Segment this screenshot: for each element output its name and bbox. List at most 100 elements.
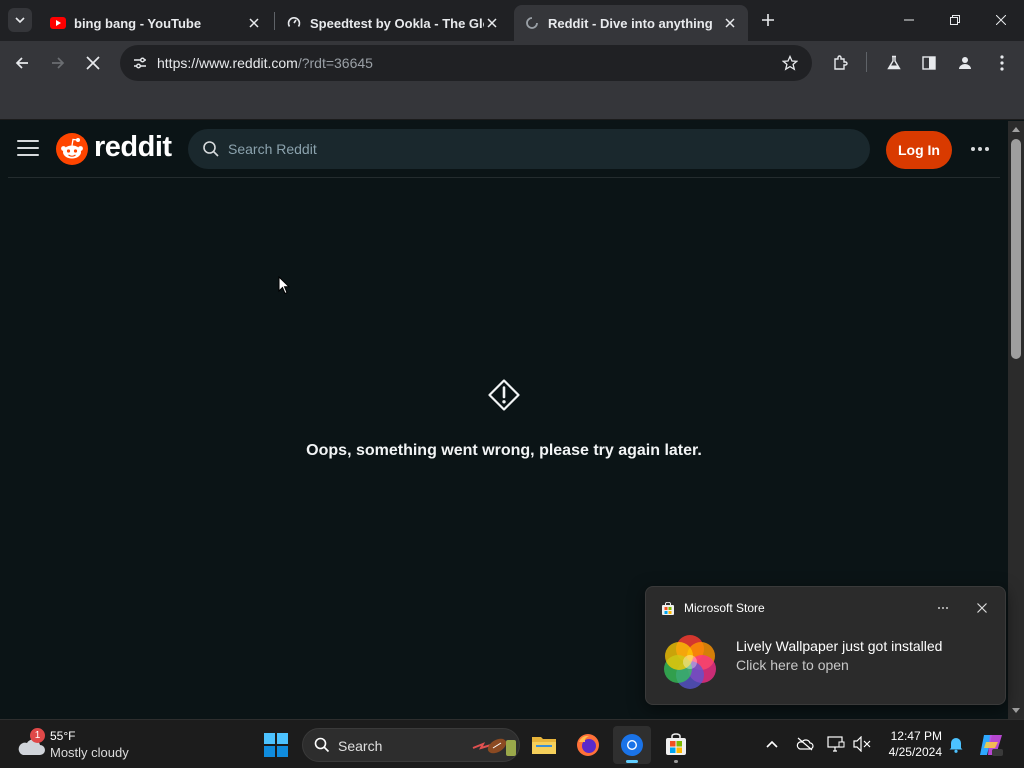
weather-widget[interactable]: 1 55°F Mostly cloudy (16, 726, 146, 764)
notifications-button[interactable] (946, 734, 966, 754)
tab-reddit[interactable]: Reddit - Dive into anything (514, 5, 748, 41)
flask-icon (887, 55, 901, 70)
tab-title: Speedtest by Ookla - The Global Broadban… (310, 15, 484, 31)
clock-time: 12:47 PM (890, 729, 942, 743)
chrome-menu-button[interactable] (988, 49, 1016, 77)
more-options-icon[interactable] (963, 137, 997, 161)
clock-date: 4/25/2024 (888, 745, 942, 759)
folder-icon (532, 737, 556, 754)
copilot-icon (980, 735, 1003, 756)
chevron-down-icon (15, 17, 25, 24)
restore-icon (950, 15, 960, 25)
restore-button[interactable] (932, 0, 978, 40)
tab-speedtest[interactable]: Speedtest by Ookla - The Global Broadban… (276, 5, 510, 41)
profile-icon (959, 57, 971, 69)
weather-alert-badge: 1 (30, 728, 45, 743)
toast-more-options-icon[interactable] (931, 597, 955, 619)
tab-youtube[interactable]: bing bang - YouTube (40, 5, 272, 41)
windows-logo-icon (264, 733, 288, 757)
system-clock[interactable]: 12:47 PM 4/25/2024 (878, 728, 942, 760)
chrome-icon (621, 734, 643, 756)
firefox-taskbar-icon[interactable] (569, 726, 607, 764)
bell-icon (949, 737, 963, 753)
minimize-icon (904, 19, 914, 21)
show-hidden-icons-button[interactable] (762, 734, 782, 754)
chevron-up-icon (766, 740, 778, 748)
reddit-header: reddit Log In (8, 121, 1000, 178)
side-panel-icon (922, 56, 936, 70)
close-window-button[interactable] (978, 0, 1024, 40)
stop-loading-button[interactable] (79, 49, 107, 77)
search-input[interactable] (228, 129, 828, 169)
new-tab-button[interactable] (756, 8, 780, 32)
windows-taskbar: 1 55°F Mostly cloudy Search 12:47 PM 4/2… (0, 719, 1024, 768)
copilot-button[interactable] (973, 728, 1009, 762)
error-diamond-icon (488, 379, 520, 411)
toast-title: Lively Wallpaper just got installed (736, 638, 943, 654)
reddit-search-bar[interactable] (188, 129, 870, 169)
log-in-button[interactable]: Log In (886, 131, 952, 169)
error-message: Oops, something went wrong, please try a… (306, 442, 702, 459)
microsoft-store-taskbar-icon[interactable] (657, 726, 695, 764)
close-tab-icon[interactable] (246, 15, 262, 31)
site-info-icon[interactable] (126, 49, 154, 77)
monitor-network-icon (827, 736, 845, 752)
profile-button[interactable] (951, 49, 979, 77)
taskbar-search-label: Search (338, 738, 383, 754)
weather-condition: Mostly cloudy (50, 745, 129, 760)
toast-subtitle: Click here to open (736, 657, 849, 673)
toast-notification[interactable]: Microsoft Store Lively Wallpaper just go… (645, 586, 1006, 705)
scrollbar-thumb[interactable] (1011, 139, 1021, 359)
stop-icon (86, 56, 100, 70)
close-tab-icon[interactable] (484, 15, 500, 31)
close-icon (977, 603, 987, 613)
search-icon (314, 737, 330, 753)
extensions-button[interactable] (826, 49, 854, 77)
youtube-icon (50, 15, 66, 31)
url-text: https://www.reddit.com/?rdt=36645 (157, 55, 373, 71)
page-scrollbar[interactable] (1008, 121, 1024, 719)
back-arrow-icon (15, 57, 28, 69)
chrome-taskbar-icon[interactable] (613, 726, 651, 764)
toast-close-button[interactable] (971, 597, 993, 619)
minimize-button[interactable] (886, 0, 932, 40)
side-panel-button[interactable] (915, 49, 943, 77)
firefox-icon (577, 734, 599, 756)
labs-button[interactable] (880, 49, 908, 77)
url-host: https://www.reddit.com (157, 55, 298, 71)
scroll-up-arrow-icon[interactable] (1012, 127, 1020, 132)
scroll-down-arrow-icon[interactable] (1012, 708, 1020, 713)
mouse-cursor-icon (278, 276, 290, 295)
tab-title: Reddit - Dive into anything (548, 15, 713, 31)
tab-strip: bing bang - YouTube Speedtest by Ookla -… (0, 0, 1024, 41)
forward-button[interactable] (44, 49, 72, 77)
onedrive-tray-icon[interactable] (795, 734, 815, 754)
hamburger-menu-icon[interactable] (17, 140, 39, 158)
file-explorer-taskbar-icon[interactable] (525, 726, 563, 764)
speedtest-icon (286, 15, 302, 31)
active-app-indicator (626, 760, 638, 763)
tab-title: bing bang - YouTube (74, 15, 202, 31)
address-bar[interactable]: https://www.reddit.com/?rdt=36645 (120, 45, 812, 81)
tab-divider (274, 12, 275, 30)
kebab-menu-icon (1000, 55, 1004, 71)
weather-temperature: 55°F (50, 729, 76, 743)
reddit-snoo-logo-icon[interactable] (56, 133, 88, 165)
toast-app-name: Microsoft Store (684, 601, 765, 615)
puzzle-icon (834, 55, 848, 70)
tab-search-button[interactable] (8, 8, 32, 32)
start-button[interactable] (257, 726, 295, 764)
taskbar-search[interactable]: Search (302, 728, 520, 762)
bookmarks-bar (0, 85, 1024, 120)
open-app-indicator (674, 760, 678, 763)
reddit-wordmark[interactable]: reddit (94, 131, 172, 164)
network-tray-icon[interactable] (826, 734, 846, 754)
toolbar-divider (866, 52, 867, 72)
lively-wallpaper-app-icon (664, 635, 716, 689)
bookmark-star-icon[interactable] (776, 49, 804, 77)
back-button[interactable] (8, 49, 36, 77)
plus-icon (762, 14, 774, 26)
loading-spinner-icon (524, 15, 540, 31)
volume-tray-icon[interactable] (852, 734, 872, 754)
close-tab-icon[interactable] (722, 15, 738, 31)
